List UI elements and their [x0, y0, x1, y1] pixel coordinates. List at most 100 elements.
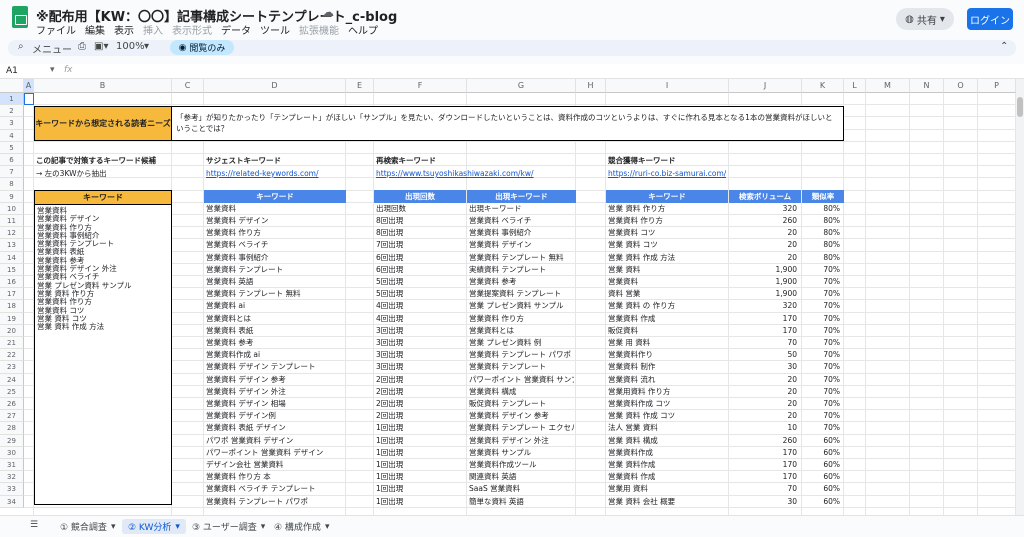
row-header[interactable]: 3	[0, 117, 24, 130]
menu-help[interactable]: ヘルプ	[348, 26, 378, 37]
search-icon[interactable]: ⌕	[18, 41, 24, 52]
sheet-tab-competitor[interactable]: ① 競合調査 ▾	[54, 519, 121, 534]
row-header[interactable]: 16	[0, 276, 24, 289]
row-header[interactable]: 19	[0, 312, 24, 325]
column-header[interactable]: M	[866, 79, 910, 93]
collapse-toolbar-icon[interactable]: ⌃	[1000, 41, 1008, 52]
row-header[interactable]: 12	[0, 227, 24, 240]
menu-view[interactable]: 表示	[114, 26, 134, 37]
row-header[interactable]: 32	[0, 471, 24, 484]
row-header[interactable]: 25	[0, 385, 24, 398]
column-gridline	[575, 93, 576, 515]
name-box[interactable]: A1	[6, 66, 18, 76]
row-header[interactable]: 11	[0, 215, 24, 228]
row-header[interactable]: 15	[0, 263, 24, 276]
competitor-keywords-link[interactable]: https://ruri-co.biz-samurai.com/	[608, 167, 726, 181]
formula-bar: A1 ▾ fx	[0, 64, 1024, 79]
menu-edit[interactable]: 編集	[85, 26, 105, 37]
column-header[interactable]: C	[172, 79, 204, 93]
row-header[interactable]: 20	[0, 324, 24, 337]
row-header[interactable]: 23	[0, 361, 24, 374]
menu-tools[interactable]: ツール	[260, 26, 290, 37]
row-header[interactable]: 28	[0, 422, 24, 435]
row-header[interactable]: 10	[0, 202, 24, 215]
row-gridline	[24, 153, 1016, 154]
column-header[interactable]: K	[802, 79, 844, 93]
row-header[interactable]: 33	[0, 483, 24, 496]
row-header[interactable]: 8	[0, 178, 24, 191]
row-header[interactable]: 13	[0, 239, 24, 252]
column-header[interactable]: N	[910, 79, 944, 93]
menu-format[interactable]: 表示形式	[172, 26, 212, 37]
row-header[interactable]: 2	[0, 105, 24, 118]
row-header[interactable]: 27	[0, 410, 24, 423]
print-icon[interactable]: ⎙	[78, 41, 86, 52]
row-header[interactable]: 14	[0, 251, 24, 264]
sheet-tab-kw-analysis[interactable]: ② KW分析 ▾	[122, 519, 186, 534]
row-header[interactable]: 6	[0, 154, 24, 167]
column-header[interactable]: E	[346, 79, 374, 93]
column-header[interactable]: H	[576, 79, 606, 93]
sheet-tab-user-research[interactable]: ③ ユーザー調査 ▾	[186, 519, 271, 534]
column-header[interactable]: F	[374, 79, 467, 93]
column-header[interactable]: L	[844, 79, 866, 93]
row-header[interactable]: 34	[0, 495, 24, 508]
sheets-logo-icon[interactable]	[12, 6, 28, 28]
vertical-scrollbar[interactable]	[1016, 79, 1024, 515]
column-header[interactable]: D	[204, 79, 346, 93]
row-header[interactable]: 1	[0, 93, 24, 106]
row-header[interactable]: 26	[0, 398, 24, 411]
selected-cell[interactable]	[24, 93, 34, 105]
reader-needs-text[interactable]: 「参考」が知りたかったり「テンプレート」がほしい「サンプル」を見たい、ダウンロー…	[172, 106, 844, 141]
research-keyword-cell[interactable]: 簡単な資料 英語	[469, 495, 574, 509]
column-header[interactable]: I	[606, 79, 729, 93]
zoom-chevron-icon[interactable]: ▾	[144, 41, 149, 52]
all-sheets-icon[interactable]: ☰	[30, 520, 38, 530]
row-header[interactable]: 29	[0, 434, 24, 447]
zoom-select[interactable]: 100%	[116, 41, 145, 52]
view-only-button[interactable]: ◉ 閲覧のみ	[170, 40, 234, 55]
row-header[interactable]: 4	[0, 129, 24, 142]
suggest-keywords-link[interactable]: https://related-keywords.com/	[206, 167, 319, 181]
suggest-keyword-cell[interactable]: 営業資料 テンプレート パワポ	[206, 495, 344, 509]
sheet-tab-outline[interactable]: ④ 構成作成 ▾	[268, 519, 335, 534]
scroll-thumb[interactable]	[1017, 97, 1023, 117]
competitor-keyword-cell[interactable]: 営業 資料 会社 概要	[608, 495, 726, 509]
row-header[interactable]: 5	[0, 141, 24, 154]
name-box-chevron-icon[interactable]: ▾	[50, 65, 55, 75]
column-header[interactable]: O	[944, 79, 978, 93]
menu-data[interactable]: データ	[221, 26, 251, 37]
row-header[interactable]: 24	[0, 373, 24, 386]
row-header[interactable]: 22	[0, 349, 24, 362]
menu-extensions[interactable]: 拡張機能	[299, 26, 339, 37]
research-count-cell[interactable]: 1回出現	[376, 495, 464, 509]
column-header[interactable]: B	[34, 79, 172, 93]
share-button[interactable]: ◍ 共有 ▾	[896, 8, 954, 30]
research-keywords-link[interactable]: https://www.tsuyoshikashiwazaki.com/kw/	[376, 167, 534, 181]
target-keyword-box[interactable]: キーワード 営業資料 営業資料 デザイン 営業資料 作り方 営業資料 事例紹介 営業資料…	[34, 190, 172, 505]
competitor-similarity-cell[interactable]: 60%	[804, 495, 840, 509]
spreadsheet-grid[interactable]: ABCDEFGHIJKLMNOP 1 2 3 4 5 6 7 8 9 10 11 12 13 14 15 16…	[0, 79, 1016, 515]
target-keyword-list: 営業資料 営業資料 デザイン 営業資料 作り方 営業資料 事例紹介 営業資料 テンプレー…	[35, 205, 171, 333]
login-button[interactable]: ログイン	[967, 8, 1013, 30]
row-header[interactable]: 7	[0, 166, 24, 179]
chevron-down-icon: ▾	[260, 521, 266, 532]
row-header[interactable]: 30	[0, 446, 24, 459]
column-header[interactable]: P	[978, 79, 1016, 93]
row-header[interactable]: 9	[0, 190, 24, 203]
cloud-status-icon[interactable]: ☁	[322, 5, 334, 19]
menu-insert[interactable]: 挿入	[143, 26, 163, 37]
row-header[interactable]: 17	[0, 288, 24, 301]
competitor-volume-cell[interactable]: 30	[731, 495, 797, 509]
column-header[interactable]: A	[24, 79, 34, 93]
column-header[interactable]: J	[729, 79, 802, 93]
column-header[interactable]: G	[467, 79, 576, 93]
row-header[interactable]: 31	[0, 459, 24, 472]
corner-cell[interactable]	[0, 79, 24, 93]
paint-format-icon[interactable]: ▣▾	[94, 41, 108, 52]
row-header[interactable]: 18	[0, 300, 24, 313]
row-header[interactable]: 21	[0, 337, 24, 350]
column-gridline	[345, 93, 346, 515]
menu-search-label[interactable]: メニュー	[32, 41, 72, 56]
menu-file[interactable]: ファイル	[36, 26, 76, 37]
